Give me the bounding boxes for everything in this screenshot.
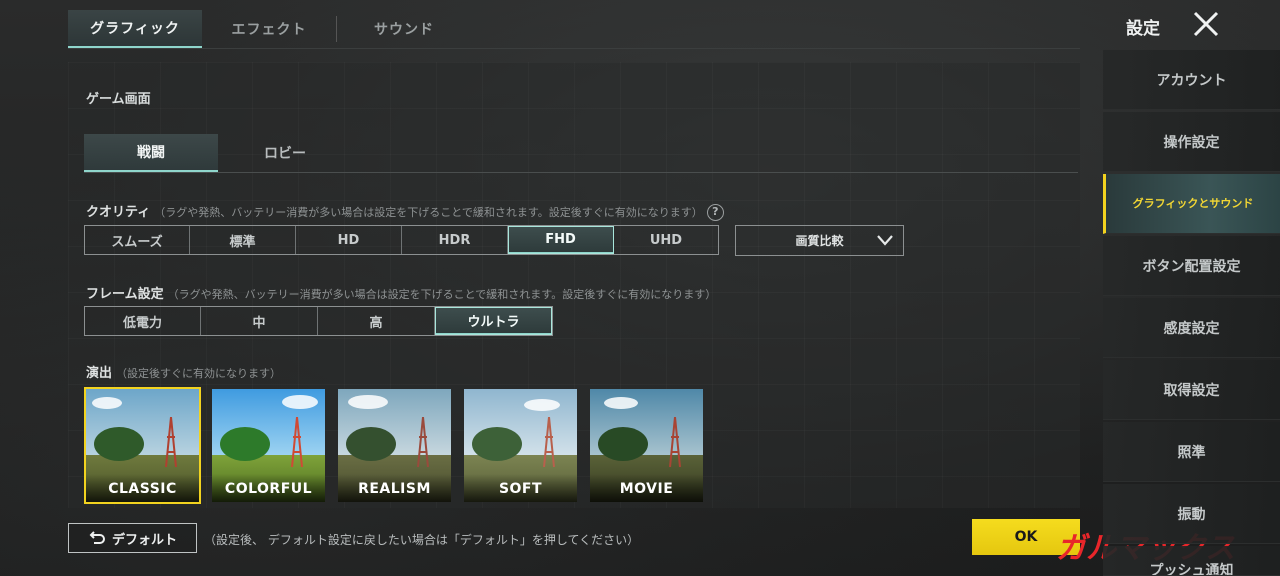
tab-graphics[interactable]: グラフィック bbox=[68, 10, 202, 48]
preview-cloud bbox=[348, 395, 388, 409]
filter-soft[interactable]: SOFT bbox=[462, 387, 579, 504]
quality-selector: スムーズ 標準 HD HDR FHD UHD bbox=[84, 225, 719, 255]
sidebar-item-account[interactable]: アカウント bbox=[1103, 50, 1280, 110]
sub-tab-bar: 戦闘 ロビー bbox=[84, 134, 352, 172]
dropdown-label: 画質比較 bbox=[795, 234, 844, 248]
undo-icon bbox=[89, 531, 105, 544]
preview-cloud bbox=[604, 397, 638, 409]
preview-tree bbox=[346, 427, 396, 461]
filter-label: MOVIE bbox=[590, 474, 703, 502]
filter-realism[interactable]: REALISM bbox=[336, 387, 453, 504]
radio-tower-icon bbox=[543, 417, 555, 467]
frame-option-mid[interactable]: 中 bbox=[201, 307, 318, 335]
default-note: （設定後、 デフォルト設定に戻したい場合は「デフォルト」を押してください） bbox=[204, 533, 640, 547]
tab-sound[interactable]: サウンド bbox=[337, 10, 471, 48]
preview-cloud bbox=[524, 399, 560, 411]
section-title: ゲーム画面 bbox=[86, 92, 151, 107]
style-note: （設定後すぐに有効になります） bbox=[116, 367, 282, 380]
frame-label: フレーム設定 bbox=[86, 287, 164, 302]
frame-option-high[interactable]: 高 bbox=[318, 307, 435, 335]
radio-tower-icon bbox=[417, 417, 429, 467]
quality-label-row: クオリティ （ラグや発熱、バッテリー消費が多い場合は設定を下げることで緩和されます… bbox=[86, 201, 724, 221]
quality-option-uhd[interactable]: UHD bbox=[614, 226, 718, 254]
sidebar-item-pickup[interactable]: 取得設定 bbox=[1103, 360, 1280, 420]
radio-tower-icon bbox=[669, 417, 681, 467]
sidebar-item-sensitivity[interactable]: 感度設定 bbox=[1103, 298, 1280, 358]
quality-option-standard[interactable]: 標準 bbox=[190, 226, 296, 254]
filter-classic[interactable]: CLASSIC bbox=[84, 387, 201, 504]
tab-divider bbox=[68, 48, 1080, 49]
style-filter-list: CLASSIC COLORFUL REALISM SOFT MOVIE bbox=[84, 387, 705, 504]
default-button-label: デフォルト bbox=[111, 532, 177, 548]
default-button[interactable]: デフォルト bbox=[68, 523, 197, 553]
subtab-battle[interactable]: 戦闘 bbox=[84, 134, 218, 172]
sidebar-item-controls[interactable]: 操作設定 bbox=[1103, 112, 1280, 172]
frame-option-low[interactable]: 低電力 bbox=[85, 307, 201, 335]
filter-colorful[interactable]: COLORFUL bbox=[210, 387, 327, 504]
style-label: 演出 bbox=[86, 366, 113, 381]
page-title: 設定 bbox=[1126, 19, 1160, 39]
style-label-row: 演出 （設定後すぐに有効になります） bbox=[86, 362, 281, 381]
top-tab-bar: グラフィック エフェクト サウンド bbox=[68, 10, 471, 48]
filter-label: REALISM bbox=[338, 474, 451, 502]
filter-label: CLASSIC bbox=[86, 474, 199, 502]
sidebar-item-push-notification[interactable]: プッシュ通知 bbox=[1103, 546, 1280, 576]
sidebar-item-graphics-sound[interactable]: グラフィックとサウンド bbox=[1103, 174, 1280, 234]
subtab-lobby[interactable]: ロビー bbox=[218, 134, 352, 172]
preview-tree bbox=[598, 427, 648, 461]
quality-option-hdr[interactable]: HDR bbox=[402, 226, 508, 254]
preview-cloud bbox=[282, 395, 318, 409]
close-icon[interactable] bbox=[1192, 10, 1220, 38]
filter-label: COLORFUL bbox=[212, 474, 325, 502]
radio-tower-icon bbox=[291, 417, 303, 467]
sidebar-item-aim[interactable]: 照準 bbox=[1103, 422, 1280, 482]
frame-note: （ラグや発熱、バッテリー消費が多い場合は設定を下げることで緩和されます。設定後す… bbox=[167, 288, 717, 301]
frame-selector: 低電力 中 高 ウルトラ bbox=[84, 306, 553, 336]
settings-sidebar: アカウント 操作設定 グラフィックとサウンド ボタン配置設定 感度設定 取得設定… bbox=[1103, 50, 1280, 576]
preview-tree bbox=[220, 427, 270, 461]
preview-tree bbox=[94, 427, 144, 461]
sidebar-item-button-layout[interactable]: ボタン配置設定 bbox=[1103, 236, 1280, 296]
quality-label: クオリティ bbox=[86, 205, 151, 220]
subtab-divider bbox=[84, 172, 1078, 173]
quality-option-smooth[interactable]: スムーズ bbox=[85, 226, 190, 254]
quality-compare-dropdown[interactable]: 画質比較 bbox=[735, 225, 904, 256]
tab-effects[interactable]: エフェクト bbox=[202, 10, 336, 48]
frame-label-row: フレーム設定 （ラグや発熱、バッテリー消費が多い場合は設定を下げることで緩和されま… bbox=[86, 283, 716, 302]
sidebar-item-vibration[interactable]: 振動 bbox=[1103, 484, 1280, 544]
quality-option-fhd[interactable]: FHD bbox=[508, 226, 614, 254]
help-icon[interactable]: ? bbox=[706, 204, 724, 221]
quality-option-hd[interactable]: HD bbox=[296, 226, 402, 254]
frame-option-ultra[interactable]: ウルトラ bbox=[435, 307, 552, 335]
filter-movie[interactable]: MOVIE bbox=[588, 387, 705, 504]
quality-note: （ラグや発熱、バッテリー消費が多い場合は設定を下げることで緩和されます。設定後す… bbox=[154, 206, 703, 219]
chevron-down-icon bbox=[877, 235, 893, 246]
preview-tree bbox=[472, 427, 522, 461]
filter-label: SOFT bbox=[464, 474, 577, 502]
radio-tower-icon bbox=[165, 417, 177, 467]
preview-cloud bbox=[92, 397, 122, 409]
